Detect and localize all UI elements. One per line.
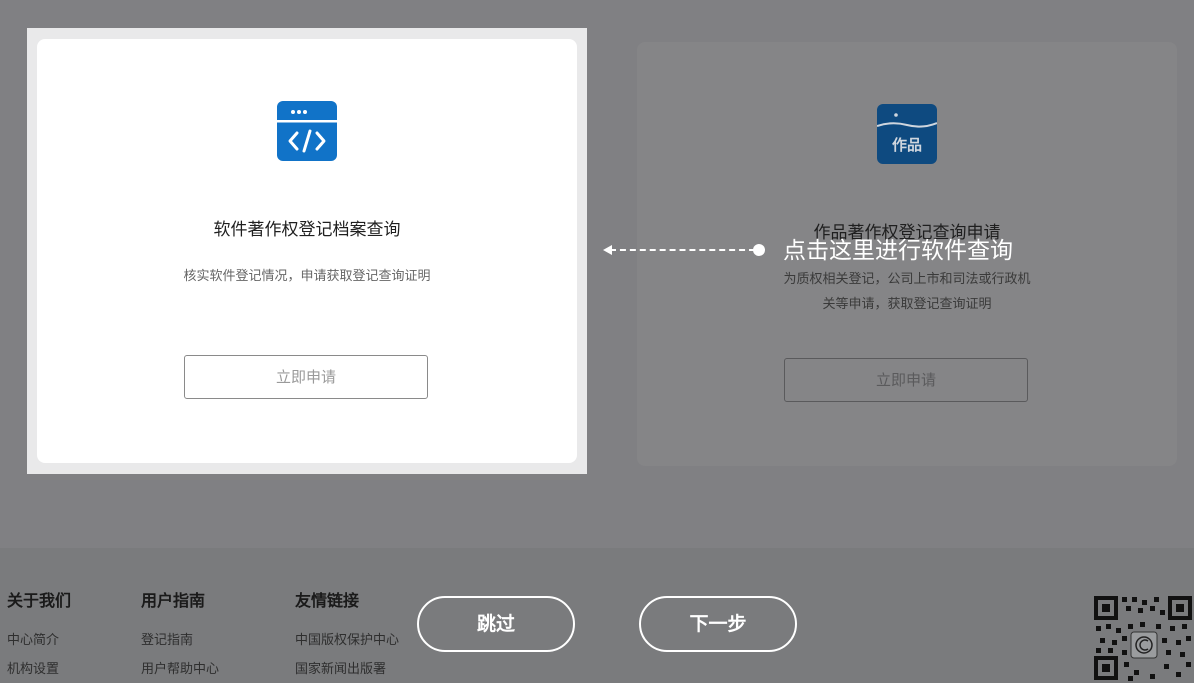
artwork-icon: 作品 <box>876 104 938 164</box>
software-query-card[interactable]: 软件著作权登记档案查询 核实软件登记情况，申请获取登记查询证明 立即申请 <box>37 39 577 463</box>
apply-now-button[interactable]: 立即申请 <box>184 355 428 399</box>
card-title: 软件著作权登记档案查询 <box>213 220 401 240</box>
next-step-button[interactable]: 下一步 <box>639 596 797 652</box>
footer-col-about: 关于我们 <box>7 590 71 612</box>
footer-link-nppa[interactable]: 国家新闻出版署 <box>295 661 386 679</box>
hint-dot <box>753 244 765 256</box>
footer-link-reg-guide[interactable]: 登记指南 <box>141 632 193 650</box>
guide-hint-text: 点击这里进行软件查询 <box>783 238 1013 264</box>
footer-link-intro[interactable]: 中心简介 <box>7 632 59 650</box>
footer-link-cpcc[interactable]: 中国版权保护中心 <box>295 632 399 650</box>
apply-now-button[interactable]: 立即申请 <box>784 358 1028 402</box>
footer-link-org[interactable]: 机构设置 <box>7 661 59 679</box>
footer-col-title: 友情链接 <box>295 591 360 610</box>
card-description: 为质权相关登记，公司上市和司法或行政机 <box>783 272 1031 287</box>
code-window-icon <box>277 101 337 161</box>
hint-dashed-line <box>610 249 755 251</box>
card-description-line2: 关等申请，获取登记查询证明 <box>822 297 992 312</box>
footer-col-title: 用户指南 <box>141 591 206 610</box>
artwork-icon-glyph: 作品 <box>892 136 922 154</box>
footer-col-title: 关于我们 <box>7 591 72 610</box>
footer-link-help-center[interactable]: 用户帮助中心 <box>141 661 219 679</box>
card-description: 核实软件登记情况，申请获取登记查询证明 <box>183 269 431 284</box>
qr-code-icon <box>1092 594 1194 683</box>
footer-col-links: 友情链接 <box>295 590 359 612</box>
footer-col-guide: 用户指南 <box>141 590 205 612</box>
skip-button[interactable]: 跳过 <box>417 596 575 652</box>
